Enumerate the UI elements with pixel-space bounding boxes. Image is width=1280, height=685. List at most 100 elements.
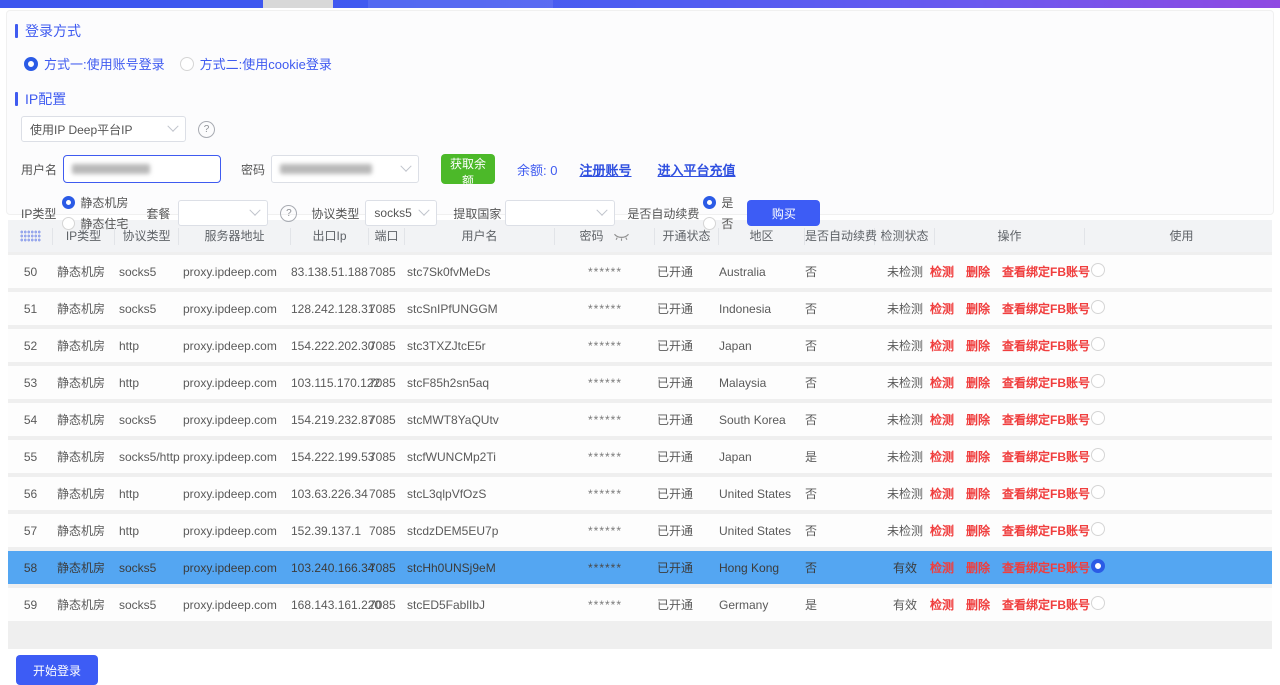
detect-link[interactable]: 检测 [930, 596, 954, 613]
view-fb-account-link[interactable]: 查看绑定FB账号 [1002, 559, 1090, 576]
cell-server: proxy.ipdeep.com [179, 598, 291, 612]
cell-server: proxy.ipdeep.com [179, 524, 291, 538]
detect-link[interactable]: 检测 [930, 411, 954, 428]
view-fb-account-link[interactable]: 查看绑定FB账号 [1002, 448, 1090, 465]
use-radio[interactable] [1091, 337, 1105, 351]
view-fb-account-link[interactable]: 查看绑定FB账号 [1002, 263, 1090, 280]
cell-region: Japan [719, 339, 805, 353]
password-visibility-icon[interactable] [613, 230, 630, 243]
view-fb-account-link[interactable]: 查看绑定FB账号 [1002, 411, 1090, 428]
login-method-cookie-option[interactable]: 方式二:使用cookie登录 [180, 54, 332, 73]
cell-actions: 检测删除查看绑定FB账号 [935, 448, 1085, 465]
auto-renew-yes-option[interactable]: 是 [703, 194, 733, 211]
cell-region: Australia [719, 265, 805, 279]
drag-grid-icon[interactable] [20, 230, 41, 242]
row-index: 58 [8, 561, 53, 575]
cell-username: stcdzDEM5EU7p [405, 524, 555, 538]
view-fb-account-link[interactable]: 查看绑定FB账号 [1002, 300, 1090, 317]
delete-link[interactable]: 删除 [966, 596, 990, 613]
country-select[interactable] [505, 200, 615, 226]
cell-username: stcfWUNCMp2Ti [405, 450, 555, 464]
use-radio[interactable] [1091, 411, 1105, 425]
cell-protocol: http [115, 376, 179, 390]
use-radio[interactable] [1091, 522, 1105, 536]
cell-port: 7085 [369, 487, 405, 501]
platform-select[interactable]: 使用IP Deep平台IP [21, 116, 186, 142]
delete-link[interactable]: 删除 [966, 485, 990, 502]
cell-port: 7085 [369, 598, 405, 612]
login-method-title: 登录方式 [15, 21, 1273, 41]
recharge-link[interactable]: 进入平台充值 [658, 160, 736, 179]
delete-link[interactable]: 删除 [966, 263, 990, 280]
delete-link[interactable]: 删除 [966, 337, 990, 354]
proxy-table: IP类型 协议类型 服务器地址 出口Ip 端口 用户名 密码 开通状态 地区 是… [8, 220, 1272, 649]
delete-link[interactable]: 删除 [966, 374, 990, 391]
view-fb-account-link[interactable]: 查看绑定FB账号 [1002, 374, 1090, 391]
cell-check-status: 未检测 [875, 263, 935, 280]
start-login-button[interactable]: 开始登录 [16, 655, 98, 685]
cell-use [1085, 485, 1272, 502]
use-radio[interactable] [1091, 374, 1105, 388]
detect-link[interactable]: 检测 [930, 485, 954, 502]
balance-value: 0 [550, 163, 557, 178]
cell-auto-renew: 否 [805, 411, 875, 428]
password-select[interactable] [271, 155, 419, 183]
use-radio[interactable] [1091, 485, 1105, 499]
table-row[interactable]: 59静态机房socks5proxy.ipdeep.com168.143.161.… [8, 588, 1272, 621]
delete-link[interactable]: 删除 [966, 300, 990, 317]
delete-link[interactable]: 删除 [966, 559, 990, 576]
detect-link[interactable]: 检测 [930, 337, 954, 354]
table-row[interactable]: 57静态机房httpproxy.ipdeep.com152.39.137.170… [8, 514, 1272, 547]
table-row[interactable]: 53静态机房httpproxy.ipdeep.com103.115.170.12… [8, 366, 1272, 399]
detect-link[interactable]: 检测 [930, 448, 954, 465]
delete-link[interactable]: 删除 [966, 448, 990, 465]
delete-link[interactable]: 删除 [966, 522, 990, 539]
use-radio[interactable] [1091, 448, 1105, 462]
help-icon[interactable]: ? [280, 205, 297, 222]
auto-renew-yes-radio[interactable] [703, 196, 716, 209]
table-row[interactable]: 55静态机房socks5/httpproxy.ipdeep.com154.222… [8, 440, 1272, 473]
protocol-select[interactable]: socks5 [365, 200, 437, 226]
username-input[interactable] [63, 155, 221, 183]
cookie-login-radio[interactable] [180, 57, 194, 71]
row-index: 53 [8, 376, 53, 390]
use-radio[interactable] [1091, 263, 1105, 277]
buy-button[interactable]: 购买 [747, 200, 820, 226]
table-row[interactable]: 56静态机房httpproxy.ipdeep.com103.63.226.347… [8, 477, 1272, 510]
use-radio[interactable] [1091, 596, 1105, 610]
cell-check-status: 未检测 [875, 337, 935, 354]
datacenter-radio[interactable] [62, 196, 75, 209]
help-icon[interactable]: ? [198, 121, 215, 138]
detect-link[interactable]: 检测 [930, 559, 954, 576]
cell-server: proxy.ipdeep.com [179, 302, 291, 316]
cell-exit-ip: 103.115.170.122 [291, 376, 369, 390]
use-radio[interactable] [1091, 559, 1105, 573]
detect-link[interactable]: 检测 [930, 263, 954, 280]
header-actions: 操作 [935, 228, 1085, 245]
view-fb-account-link[interactable]: 查看绑定FB账号 [1002, 596, 1090, 613]
table-row[interactable]: 58静态机房socks5proxy.ipdeep.com103.240.166.… [8, 551, 1272, 584]
cell-protocol: socks5 [115, 561, 179, 575]
account-login-radio[interactable] [24, 57, 38, 71]
use-radio[interactable] [1091, 300, 1105, 314]
detect-link[interactable]: 检测 [930, 522, 954, 539]
ip-type-datacenter-option[interactable]: 静态机房 [62, 194, 128, 211]
detect-link[interactable]: 检测 [930, 300, 954, 317]
view-fb-account-link[interactable]: 查看绑定FB账号 [1002, 485, 1090, 502]
cell-username: stc3TXZJtcE5r [405, 339, 555, 353]
detect-link[interactable]: 检测 [930, 374, 954, 391]
get-balance-button[interactable]: 获取余额 [441, 154, 495, 184]
table-row[interactable]: 52静态机房httpproxy.ipdeep.com154.222.202.30… [8, 329, 1272, 362]
delete-link[interactable]: 删除 [966, 411, 990, 428]
register-link[interactable]: 注册账号 [580, 160, 632, 179]
header-protocol: 协议类型 [115, 228, 179, 245]
package-select[interactable] [178, 200, 268, 226]
view-fb-account-link[interactable]: 查看绑定FB账号 [1002, 337, 1090, 354]
table-row[interactable]: 54静态机房socks5proxy.ipdeep.com154.219.232.… [8, 403, 1272, 436]
login-method-account-option[interactable]: 方式一:使用账号登录 [24, 54, 165, 73]
table-row[interactable]: 50静态机房socks5proxy.ipdeep.com83.138.51.18… [8, 255, 1272, 288]
cell-actions: 检测删除查看绑定FB账号 [935, 559, 1085, 576]
cell-actions: 检测删除查看绑定FB账号 [935, 411, 1085, 428]
view-fb-account-link[interactable]: 查看绑定FB账号 [1002, 522, 1090, 539]
table-row[interactable]: 51静态机房socks5proxy.ipdeep.com128.242.128.… [8, 292, 1272, 325]
